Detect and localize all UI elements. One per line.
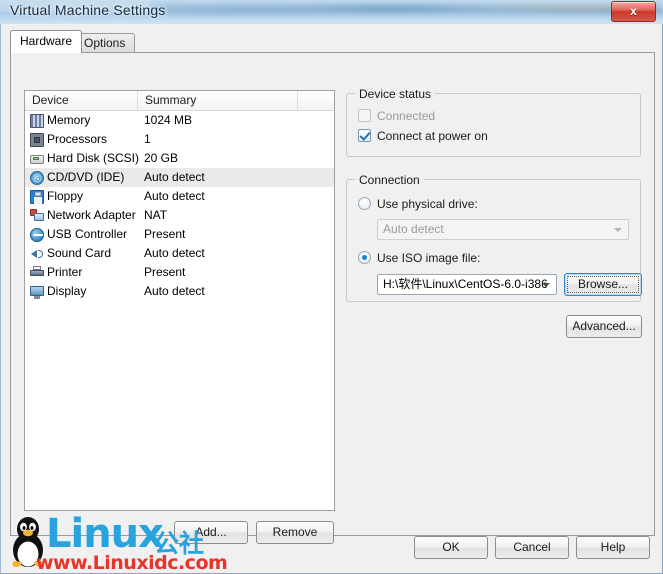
device-name: Sound Card (47, 246, 112, 260)
processor-icon (29, 132, 47, 148)
memory-icon-glyph (30, 113, 44, 128)
connect-at-power-on-checkbox[interactable] (358, 129, 371, 142)
cancel-button[interactable]: Cancel (495, 536, 569, 559)
window-title: Virtual Machine Settings (10, 2, 166, 18)
usb-controller-icon (29, 227, 47, 243)
iso-path-value: H:\软件\Linux\CentOS-6.0-i386 (383, 277, 548, 291)
device-name: Processors (47, 132, 108, 146)
device-status-title: Device status (355, 87, 436, 101)
focus-ring (567, 276, 639, 293)
device-name: Floppy (47, 189, 84, 203)
network-adapter-icon-glyph (30, 208, 44, 223)
table-row[interactable]: Memory 1024 MB (25, 111, 334, 130)
tab-options[interactable]: Options (74, 33, 136, 52)
chevron-down-icon (542, 283, 550, 287)
column-header-extra[interactable] (298, 91, 334, 110)
device-summary: 1024 MB (144, 113, 193, 127)
floppy-icon (29, 189, 47, 205)
browse-button[interactable]: Browse... (564, 273, 642, 296)
table-row[interactable]: USB Controller Present (25, 225, 334, 244)
table-row[interactable]: Printer Present (25, 263, 334, 282)
device-list-rows: Memory 1024 MB Processors 1 Hard Disk (SCSI)… (25, 111, 334, 301)
device-status-group: Device status Connected Connect at power… (346, 87, 641, 157)
memory-icon (29, 113, 47, 129)
sound-card-icon-glyph (30, 247, 44, 261)
column-header-device[interactable]: Device (25, 91, 138, 110)
table-row[interactable]: Floppy Auto detect (25, 187, 334, 206)
device-name: Network Adapter (47, 208, 136, 222)
iso-path-combo[interactable]: H:\软件\Linux\CentOS-6.0-i386 (377, 274, 557, 295)
device-summary: 20 GB (144, 151, 179, 165)
remove-button[interactable]: Remove (256, 521, 334, 544)
use-iso-image-radio[interactable] (358, 251, 371, 264)
virtual-machine-settings-window: Virtual Machine Settings x Hardware Opti… (0, 0, 663, 574)
device-summary: Auto detect (144, 170, 205, 184)
physical-drive-combo[interactable]: Auto detect (377, 219, 629, 240)
device-list-header: Device Summary (25, 91, 334, 111)
column-header-summary[interactable]: Summary (138, 91, 298, 110)
connection-title: Connection (355, 173, 424, 187)
use-physical-drive-radio[interactable] (358, 197, 371, 210)
use-physical-drive-label: Use physical drive: (377, 197, 478, 211)
usb-controller-icon-glyph (30, 227, 44, 242)
device-name: Hard Disk (SCSI) (47, 151, 140, 165)
close-icon[interactable]: x (611, 1, 656, 22)
help-button[interactable]: Help (576, 536, 650, 559)
cd-dvd-icon (29, 170, 47, 186)
connection-group: Connection Use physical drive: Auto dete… (346, 173, 642, 302)
physical-drive-value: Auto detect (383, 222, 444, 236)
table-row[interactable]: Sound Card Auto detect (25, 244, 334, 263)
table-row[interactable]: Hard Disk (SCSI) 20 GB (25, 149, 334, 168)
use-iso-image-label: Use ISO image file: (377, 251, 481, 265)
title-bar-glass (150, 0, 663, 24)
device-summary: Auto detect (144, 246, 205, 260)
table-row[interactable]: Display Auto detect (25, 282, 334, 301)
chevron-down-icon (614, 228, 622, 232)
printer-icon-glyph (30, 265, 44, 280)
table-row[interactable]: Network Adapter NAT (25, 206, 334, 225)
device-name: Memory (47, 113, 91, 127)
connected-checkbox[interactable] (358, 109, 371, 122)
device-summary: Auto detect (144, 284, 205, 298)
device-summary: NAT (144, 208, 168, 222)
advanced-button[interactable]: Advanced... (566, 315, 642, 338)
device-name: Display (47, 284, 87, 298)
sound-card-icon (29, 246, 47, 262)
ok-button[interactable]: OK (414, 536, 488, 559)
device-name: CD/DVD (IDE) (47, 170, 125, 184)
table-row[interactable]: Processors 1 (25, 130, 334, 149)
tab-hardware[interactable]: Hardware (10, 30, 83, 53)
add-button[interactable]: Add... (174, 521, 248, 544)
floppy-icon-glyph (30, 189, 44, 204)
display-icon (29, 284, 47, 300)
device-name: USB Controller (47, 227, 128, 241)
device-list[interactable]: Device Summary Memory 1024 MB Processors 1 H… (24, 90, 335, 511)
device-summary: Auto detect (144, 189, 205, 203)
hard-disk-icon-glyph (30, 154, 44, 164)
device-name: Printer (47, 265, 83, 279)
table-row[interactable]: CD/DVD (IDE) Auto detect (25, 168, 334, 187)
dialog-body: Hardware Options Device Summary Memory 10… (0, 24, 663, 574)
processor-icon-glyph (30, 132, 44, 147)
hard-disk-icon (29, 151, 47, 167)
hardware-tab-panel: Device Summary Memory 1024 MB Processors 1 H… (10, 52, 655, 544)
device-summary: Present (144, 227, 186, 241)
device-summary: Present (144, 265, 186, 279)
display-icon-glyph (30, 285, 44, 299)
printer-icon (29, 265, 47, 281)
title-bar: Virtual Machine Settings x (0, 0, 663, 24)
connected-label: Connected (377, 109, 436, 123)
cd-dvd-icon-glyph (30, 170, 44, 185)
device-summary: 1 (144, 132, 151, 146)
network-adapter-icon (29, 208, 47, 224)
connect-at-power-on-label: Connect at power on (377, 129, 488, 143)
